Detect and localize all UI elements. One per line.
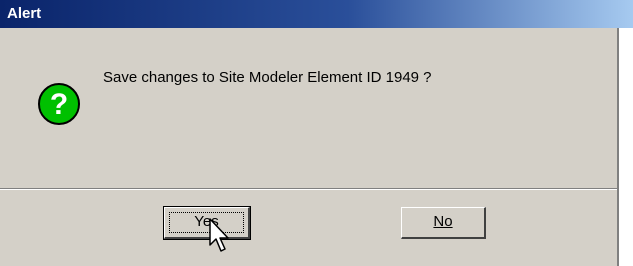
yes-button[interactable]: Yes <box>163 206 251 240</box>
no-button[interactable]: No <box>401 207 486 239</box>
window-title: Alert <box>7 5 42 22</box>
window-edge <box>619 28 633 266</box>
title-bar[interactable]: Alert <box>0 0 633 28</box>
separator-highlight <box>0 189 617 190</box>
svg-text:?: ? <box>50 88 68 121</box>
alert-dialog: Alert ? Save changes to Site Modeler Ele… <box>0 0 633 266</box>
alert-message: Save changes to Site Modeler Element ID … <box>103 69 432 86</box>
mouse-pointer-icon <box>209 218 229 252</box>
no-button-label: No <box>433 213 453 230</box>
question-icon: ? <box>38 83 80 125</box>
